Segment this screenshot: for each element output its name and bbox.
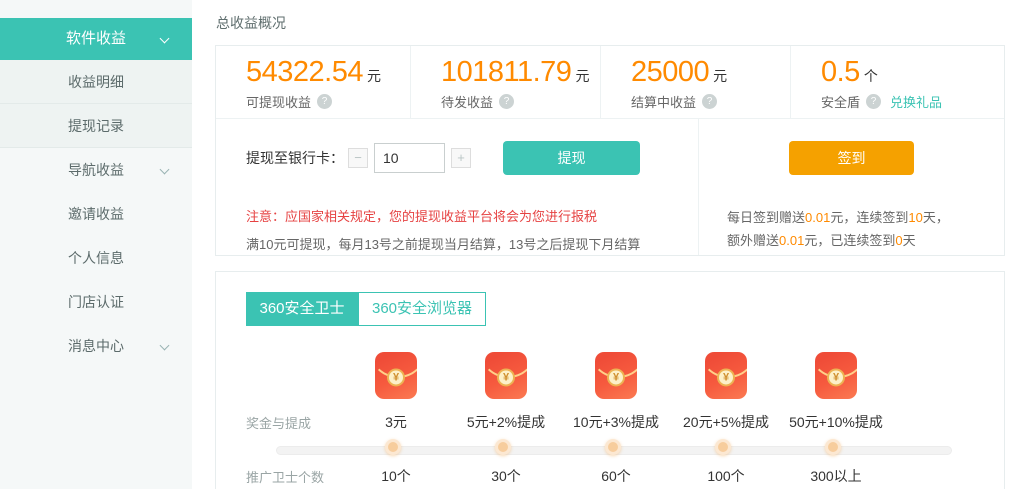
stat-withdrawable: 54322.54元 可提现收益 ? (216, 46, 411, 118)
tab-360-safeguard[interactable]: 360安全卫士 (246, 292, 358, 326)
count-row-label: 推广卫士个数 (246, 467, 341, 486)
bonus-tier: 20元+5%提成 (671, 412, 781, 432)
signin-amount: 0.01 (805, 210, 830, 225)
plus-stepper-button[interactable]: + (451, 148, 471, 168)
stat-unit: 元 (713, 68, 727, 84)
stats-row: 54322.54元 可提现收益 ? 101811.79元 待发收益 ? 2500… (216, 46, 1004, 119)
stat-pending: 101811.79元 待发收益 ? (411, 46, 601, 118)
stat-label: 结算中收益 (631, 92, 696, 111)
signin-rule-text: 每日签到赠送0.01元，连续签到10天， 额外赠送0.01元，已连续签到0天 (727, 206, 1004, 252)
slider-dot (715, 439, 731, 455)
envelope-row: ¥ ¥ ¥ ¥ ¥ (216, 352, 1004, 399)
stat-shield: 0.5个 安全盾 ? 兑换礼品 (791, 46, 1004, 118)
withdraw-section: 提现至银行卡： − + 提现 注意：应国家相关规定，您的提现收益平台将会为您进行… (216, 119, 698, 255)
stat-label: 安全盾 (821, 92, 860, 111)
coin-icon: ¥ (497, 368, 515, 386)
bonus-tier: 50元+10%提成 (781, 412, 891, 432)
stat-unit: 个 (864, 68, 878, 84)
slider-dot (385, 439, 401, 455)
stat-unit: 元 (575, 68, 589, 84)
signin-text-part: 天， (923, 210, 949, 225)
slider-dot (605, 439, 621, 455)
red-envelope-icon: ¥ (375, 352, 417, 399)
bonus-tier: 5元+2%提成 (451, 412, 561, 432)
help-icon[interactable]: ? (499, 94, 514, 109)
coin-icon: ¥ (387, 368, 405, 386)
signin-days: 10 (908, 210, 922, 225)
chevron-down-icon (160, 165, 170, 175)
sidebar-item-nav-income[interactable]: 导航收益 (0, 148, 192, 192)
signin-text-part: 元，已连续签到 (804, 233, 895, 248)
withdraw-rule-text: 满10元可提现，每月13号之前提现当月结算，13号之后提现下月结算 (246, 234, 698, 253)
count-tier: 300以上 (781, 466, 891, 486)
sidebar-item-label: 导航收益 (68, 162, 124, 178)
sidebar-item-store-cert[interactable]: 门店认证 (0, 280, 192, 324)
signin-section: 签到 每日签到赠送0.01元，连续签到10天， 额外赠送0.01元，已连续签到0… (698, 119, 1004, 255)
stat-value: 0.5 (821, 56, 860, 88)
count-tier: 10个 (341, 466, 451, 486)
red-envelope-icon: ¥ (485, 352, 527, 399)
coin-icon: ¥ (717, 368, 735, 386)
sidebar-item-invite-income[interactable]: 邀请收益 (0, 192, 192, 236)
tax-notice-text: 注意：应国家相关规定，您的提现收益平台将会为您进行报税 (246, 206, 698, 225)
sidebar-item-label: 软件收益 (66, 30, 126, 47)
signin-text-part: 额外赠送 (727, 233, 779, 248)
count-tier: 100个 (671, 466, 781, 486)
help-icon[interactable]: ? (866, 94, 881, 109)
page-title: 总收益概况 (216, 13, 1005, 33)
bonus-tier: 3元 (341, 412, 451, 432)
stat-settling: 25000元 结算中收益 ? (601, 46, 791, 118)
sidebar-item-label: 消息中心 (68, 338, 124, 354)
sidebar-item-message-center[interactable]: 消息中心 (0, 324, 192, 368)
help-icon[interactable]: ? (702, 94, 717, 109)
overview-card: 54322.54元 可提现收益 ? 101811.79元 待发收益 ? 2500… (215, 45, 1005, 256)
withdraw-button[interactable]: 提现 (503, 141, 640, 175)
stat-value: 101811.79 (441, 56, 571, 88)
sidebar-item-income-detail[interactable]: 收益明细 (0, 60, 192, 104)
tab-360-browser[interactable]: 360安全浏览器 (358, 292, 486, 326)
product-tabs: 360安全卫士 360安全浏览器 (246, 292, 1004, 326)
bonus-row-label: 奖金与提成 (246, 413, 341, 432)
help-icon[interactable]: ? (317, 94, 332, 109)
chevron-down-icon (160, 341, 170, 351)
signin-text-part: 天 (903, 233, 916, 248)
count-tier: 60个 (561, 466, 671, 486)
coin-icon: ¥ (827, 368, 845, 386)
page: 软件收益 收益明细 提现记录 导航收益 邀请收益 个人信息 门店认证 消息中心 … (0, 0, 1016, 489)
red-envelope-icon: ¥ (705, 352, 747, 399)
stat-label: 可提现收益 (246, 92, 311, 111)
signin-text-part: 元，连续签到 (830, 210, 908, 225)
sidebar: 软件收益 收益明细 提现记录 导航收益 邀请收益 个人信息 门店认证 消息中心 (0, 0, 192, 489)
red-envelope-icon: ¥ (595, 352, 637, 399)
stat-value: 25000 (631, 56, 709, 88)
signin-button[interactable]: 签到 (789, 141, 914, 175)
exchange-gift-link[interactable]: 兑换礼品 (890, 92, 942, 111)
card-bottom-row: 提现至银行卡： − + 提现 注意：应国家相关规定，您的提现收益平台将会为您进行… (216, 119, 1004, 255)
chevron-down-icon (160, 34, 170, 44)
withdraw-amount-input[interactable] (374, 143, 445, 173)
sidebar-item-personal-info[interactable]: 个人信息 (0, 236, 192, 280)
stat-unit: 元 (367, 68, 381, 84)
tier-slider (216, 438, 1004, 462)
signin-text-part: 每日签到赠送 (727, 210, 805, 225)
stat-label: 待发收益 (441, 92, 493, 111)
coin-icon: ¥ (607, 368, 625, 386)
red-envelope-icon: ¥ (815, 352, 857, 399)
minus-stepper-button[interactable]: − (348, 148, 368, 168)
count-tier: 30个 (451, 466, 561, 486)
stat-value: 54322.54 (246, 56, 363, 88)
slider-dot (495, 439, 511, 455)
promo-card: 360安全卫士 360安全浏览器 ¥ ¥ ¥ ¥ ¥ 奖金与提成 3元 5元+2… (215, 271, 1005, 489)
bonus-tier: 10元+3%提成 (561, 412, 671, 432)
signin-amount: 0.01 (779, 233, 804, 248)
signin-streak: 0 (895, 233, 902, 248)
sidebar-item-software-income[interactable]: 软件收益 (0, 18, 192, 60)
slider-dot (825, 439, 841, 455)
withdraw-label: 提现至银行卡： (246, 148, 348, 168)
sidebar-item-withdraw-record[interactable]: 提现记录 (0, 104, 192, 148)
main-content: 总收益概况 54322.54元 可提现收益 ? 101811.79元 待发收益 … (215, 0, 1005, 489)
bonus-row: 奖金与提成 3元 5元+2%提成 10元+3%提成 20元+5%提成 50元+1… (216, 412, 1004, 432)
count-row: 推广卫士个数 10个 30个 60个 100个 300以上 (216, 466, 1004, 486)
